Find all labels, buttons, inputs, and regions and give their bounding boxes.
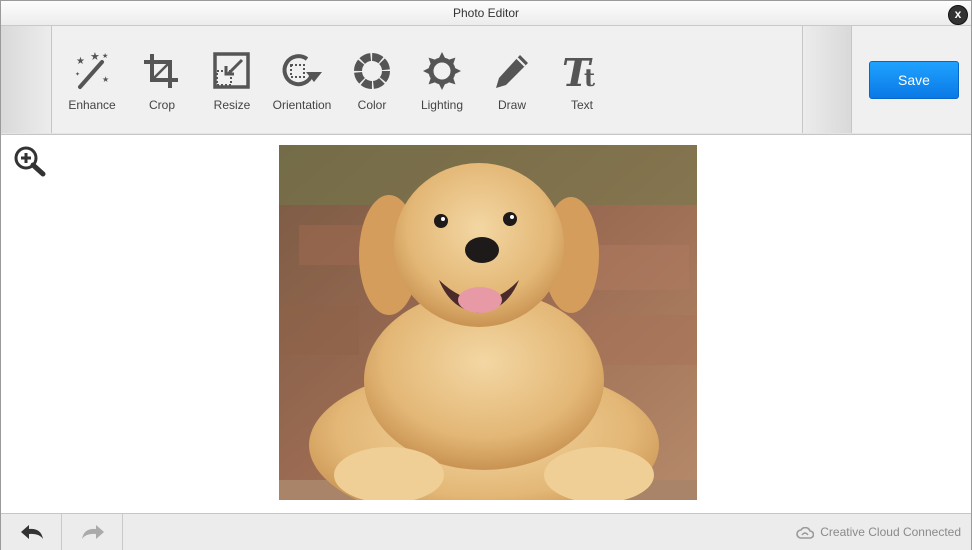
pencil-icon [496,55,528,88]
magic-wand-icon: ★ ★ ★ ✦ ★ [75,52,109,89]
tool-text[interactable]: T t Text [547,52,617,120]
tool-label: Enhance [68,98,116,112]
svg-text:★: ★ [90,52,100,63]
tool-color[interactable]: Color [337,52,407,120]
title-bar: Photo Editor x [1,1,971,26]
rotate-icon [282,54,322,87]
tool-crop[interactable]: Crop [127,52,197,120]
redo-icon [82,525,104,539]
svg-text:★: ★ [102,52,108,60]
close-button[interactable]: x [948,5,968,25]
toolbar-scroll-left[interactable] [1,26,52,133]
zoom-in-icon[interactable] [13,145,47,182]
tool-label: Lighting [420,98,464,112]
image-canvas [1,135,971,513]
svg-text:★: ★ [76,56,85,67]
svg-text:t: t [584,63,595,90]
tool-label: Text [570,98,593,112]
footer-bar: Creative Cloud Connected [1,513,971,550]
tool-lighting[interactable]: Lighting [407,52,477,120]
creative-cloud-icon [796,526,815,539]
creative-cloud-status: Creative Cloud Connected [796,525,961,539]
tool-draw[interactable]: Draw [477,52,547,120]
tool-label: Crop [148,98,175,112]
text-icon: T t [562,52,595,90]
tool-label: Draw [497,98,526,112]
tool-label: Resize [213,98,251,112]
toolbar: ★ ★ ★ ✦ ★ Enhance Crop Resize Orientatio… [1,26,971,135]
toolbar-scroll-right[interactable] [803,26,852,133]
tool-label: Color [357,98,387,112]
save-button[interactable]: Save [869,61,959,99]
tool-orientation[interactable]: Orientation [267,52,337,120]
creative-cloud-label: Creative Cloud Connected [820,525,961,539]
crop-icon [144,54,178,88]
tool-label: Orientation [272,98,332,112]
resize-icon [213,52,250,89]
sun-icon [423,52,461,90]
tool-enhance[interactable]: ★ ★ ★ ✦ ★ Enhance [57,52,127,120]
toolbar-actions: Save [852,26,971,133]
color-wheel-icon [354,53,390,89]
window-title: Photo Editor [452,6,520,20]
edited-photo [279,145,697,500]
tool-strip: ★ ★ ★ ✦ ★ Enhance Crop Resize Orientatio… [52,26,803,133]
tool-resize[interactable]: Resize [197,52,267,120]
svg-text:✦: ✦ [75,71,80,78]
undo-button[interactable] [1,514,62,550]
svg-text:★: ★ [102,75,109,84]
undo-icon [21,525,43,539]
redo-button[interactable] [62,514,123,550]
photo-editor-window: Photo Editor x ★ ★ ★ ✦ ★ Enhance Crop Re… [0,0,972,550]
